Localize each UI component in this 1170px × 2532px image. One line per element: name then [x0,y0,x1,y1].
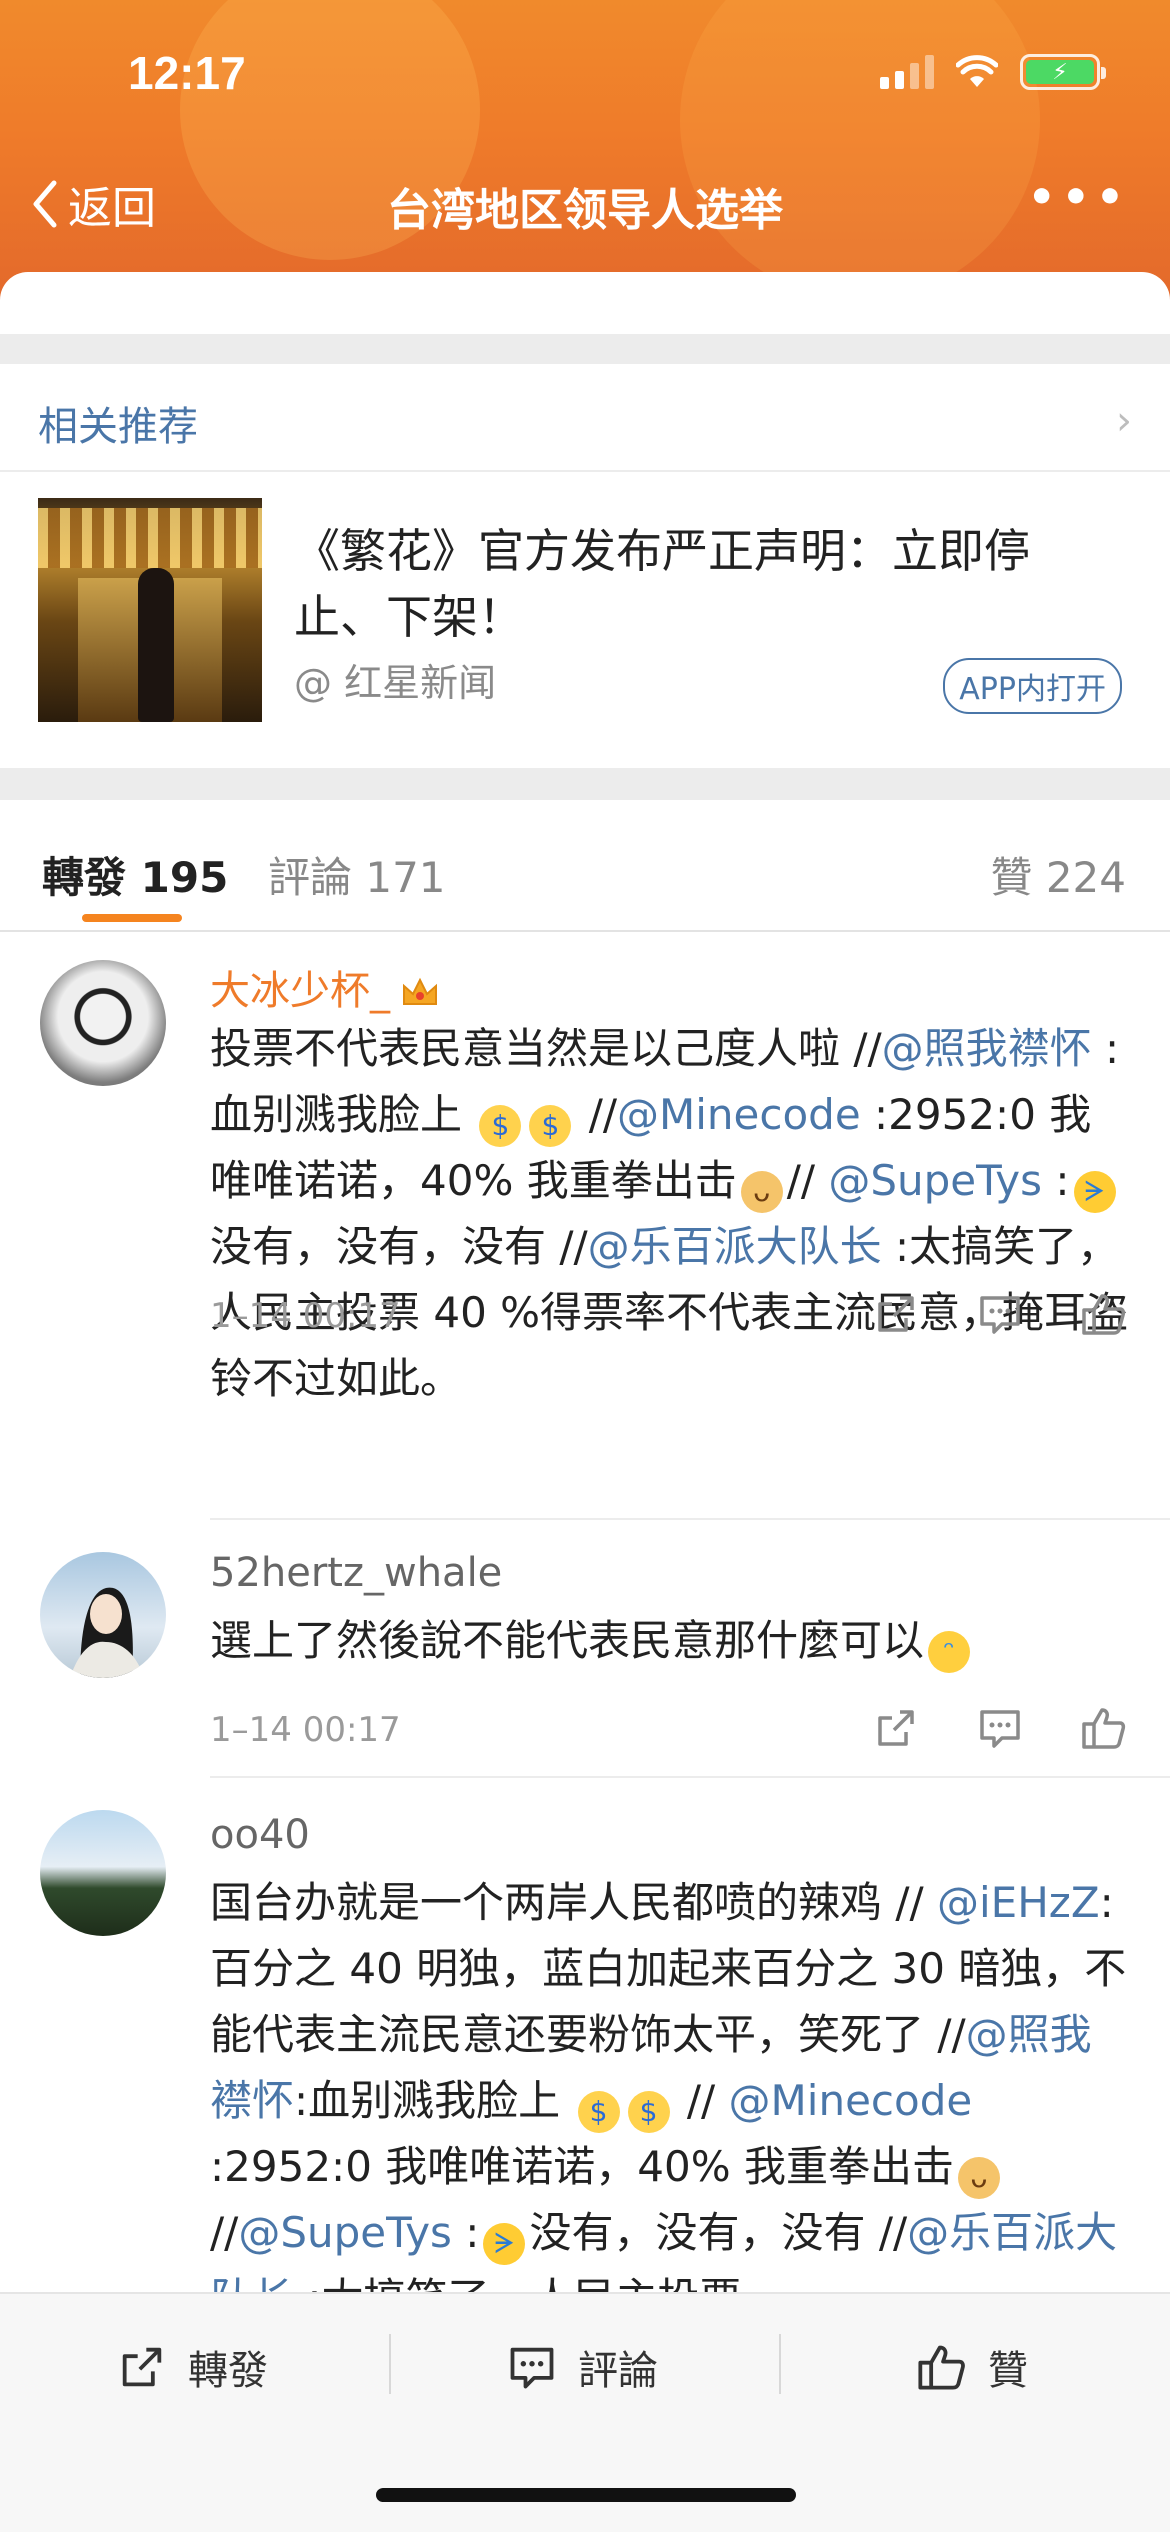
post-text-segment: :太搞笑了，人民主投票 [294,2274,741,2292]
avatar[interactable] [40,1810,166,1936]
post-text-segment: 国台办就是一个两岸人民都喷的辣鸡 // [210,1878,938,1927]
article-source: @ 红星新闻 [294,661,497,705]
post-text-segment: : [1042,1156,1070,1205]
repost-item[interactable]: oo40 国台办就是一个两岸人民都喷的辣鸡 // @iEHzZ:百分之 40 明… [0,1780,1170,2292]
username[interactable]: 大冰少杯_ [210,958,440,1016]
repost-text: 選上了然後說不能代表民意那什麼可以 ᵔ [210,1608,1130,1674]
section-divider [0,334,1170,364]
more-options-button[interactable]: ••• [1028,172,1130,223]
post-text-segment: // [210,2208,239,2257]
repost-button[interactable]: 轉發 [116,2338,268,2396]
user-mention-link[interactable]: @iEHzZ [937,1878,1100,1927]
repost-text: 投票不代表民意当然是以己度人啦 //@照我襟怀 :血别溅我脸上 $ $ //@Mi… [210,1016,1130,1412]
bar-separator [779,2334,781,2394]
post-text-segment: // [673,2076,729,2125]
comment-icon[interactable] [976,1290,1024,1338]
article-title: 《繁花》官方发布严正声明：立即停止、下架！ [294,524,1030,644]
cry-emoji-icon: ᗒ [483,2223,526,2265]
share-icon[interactable] [872,1290,920,1338]
post-actions [872,1290,1128,1338]
doge-emoji-icon: ᴗ [957,2157,1000,2199]
post-text-segment: 選上了然後說不能代表民意那什麼可以 [210,1616,925,1665]
money-emoji-icon: $ [627,2091,670,2133]
chevron-right-icon: › [1116,398,1132,444]
cellular-signal-icon [880,55,934,89]
like-label: 贊 [988,2348,1028,2394]
post-text-segment: 没有，没有，没有 // [210,1222,588,1271]
post-text-segment: // [786,1156,829,1205]
like-icon[interactable] [1080,1704,1128,1752]
username[interactable]: oo40 [210,1812,310,1858]
content-sheet-top [0,272,1170,336]
user-mention-link[interactable]: @乐百派大队长 [588,1222,882,1271]
user-mention-link[interactable]: @Minecode [729,2076,973,2125]
tab-reposts[interactable]: 轉發 195 [42,844,228,905]
active-tab-indicator [82,914,182,922]
like-button[interactable]: 贊 [916,2338,1028,2396]
post-time: 1–14 00:17 [210,1710,401,1750]
header-bar: 12:17 ⚡ 返回 台湾地区领导人选举 ••• [0,0,1170,300]
repost-text: 国台办就是一个两岸人民都喷的辣鸡 // @iEHzZ:百分之 40 明独，蓝白加… [210,1870,1130,2292]
tab-likes[interactable]: 贊 224 [990,844,1126,905]
post-actions [872,1704,1128,1752]
money-emoji-icon: $ [577,2091,620,2133]
related-section-header[interactable]: 相关推荐 › [0,364,1170,472]
post-text-segment: :血别溅我脸上 [294,2076,574,2125]
article-thumbnail [38,498,262,722]
interaction-tabs: 轉發 195 評論 171 贊 224 [0,800,1170,932]
vip-crown-icon [403,977,437,1005]
doge-emoji-icon: ᴗ [740,1171,783,1213]
tab-comments[interactable]: 評論 171 [268,844,446,905]
repost-label: 轉發 [188,2348,268,2394]
sweat-emoji-icon: ᵔ [928,1631,971,1673]
comment-icon[interactable] [976,1704,1024,1752]
post-text-segment: 没有，没有，没有 // [529,2208,908,2257]
like-icon[interactable] [1080,1290,1128,1338]
like-icon [918,2345,965,2390]
comment-icon [510,2347,554,2389]
post-text-segment: : [451,2208,480,2257]
user-mention-link[interactable]: @SupeTys [238,2208,452,2257]
item-divider [210,1776,1170,1778]
post-text-segment: 投票不代表民意当然是以己度人啦 // [210,1024,882,1073]
user-mention-link[interactable]: @照我襟怀 [882,1024,1092,1073]
user-mention-link[interactable]: @Minecode [617,1090,861,1139]
money-emoji-icon: $ [529,1105,572,1147]
home-indicator [376,2488,796,2502]
section-divider [0,768,1170,800]
comment-label: 評論 [578,2348,658,2394]
share-icon [122,2347,162,2387]
page-title: 台湾地区领导人选举 [387,185,783,236]
share-icon[interactable] [872,1704,920,1752]
header-decoration [680,0,1040,300]
avatar[interactable] [40,960,166,1086]
comment-button[interactable]: 評論 [506,2338,658,2396]
repost-item[interactable]: 大冰少杯_ 投票不代表民意当然是以己度人啦 //@照我襟怀 :血别溅我脸上 $ $… [0,934,1170,1520]
cry-emoji-icon: ᗒ [1073,1171,1116,1213]
post-time: 1–14 00:17 [210,1296,401,1336]
user-mention-link[interactable]: @SupeTys [828,1156,1042,1205]
open-in-app-button[interactable]: APP内打开 [943,658,1122,714]
bar-separator [389,2334,391,2394]
status-icons: ⚡ [880,54,1106,90]
battery-icon: ⚡ [1020,54,1106,90]
repost-item[interactable]: 52hertz_whale 選上了然後說不能代表民意那什麼可以 ᵔ 1–14 00… [0,1520,1170,1778]
post-text-segment: // [575,1090,618,1139]
avatar[interactable] [40,1552,166,1678]
status-time: 12:17 [128,47,246,99]
wifi-icon [956,55,998,87]
money-emoji-icon: $ [479,1105,522,1147]
post-text-segment: :2952:0 我唯唯诺诺，40% 我重拳出击 [210,2142,954,2191]
related-title: 相关推荐 [38,404,198,450]
username[interactable]: 52hertz_whale [210,1550,502,1596]
related-article-card[interactable]: 《繁花》官方发布严正声明：立即停止、下架！ @ 红星新闻 APP内打开 [0,474,1170,766]
